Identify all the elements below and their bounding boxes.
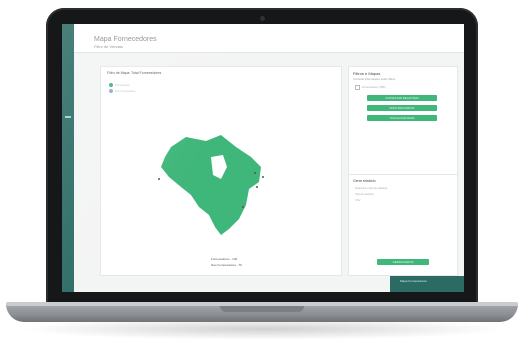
show-data-button[interactable]: MOSTRAR DADOS <box>367 105 437 111</box>
filter-checkbox[interactable]: Fornecedores (TBD) <box>355 85 386 90</box>
report-format-select[interactable]: CSV <box>355 199 360 202</box>
legend-dot-icon <box>109 89 113 93</box>
generate-report-button[interactable]: GERAR DADOS <box>377 259 429 265</box>
legend-item-sem-fornecedores: Sem Fornecedores <box>109 89 135 93</box>
checkbox-label: Fornecedores (TBD) <box>362 86 386 89</box>
stat-fornecedores: Fornecedores - 146 <box>211 257 238 261</box>
app-screen: Mapa Fornecedores Filtro de Vendas Filtr… <box>62 24 464 292</box>
legend-label: Sem Fornecedores <box>115 89 136 93</box>
map-marker-icon[interactable] <box>254 172 256 174</box>
filter-description: Consulte informações sobre filtros <box>353 77 396 81</box>
sidebar-menu-icon[interactable] <box>65 116 71 118</box>
stat-nao-fornecedores: Nao Fornecedores - 76 <box>211 263 242 267</box>
brazil-map[interactable] <box>151 127 281 237</box>
laptop-notch <box>220 306 304 312</box>
consult-report-button[interactable]: CONSULTAR RELATORIO <box>367 95 437 101</box>
report-line: Tipo de relatório: <box>355 193 375 196</box>
page-subtitle: Filtro de Vendas <box>94 44 123 49</box>
map-marker-icon[interactable] <box>158 178 160 180</box>
sidebar <box>62 24 74 292</box>
report-line: Selecione o tipo de relatório <box>355 187 388 190</box>
report-panel: Gerar relatório Selecione o tipo de rela… <box>348 174 458 276</box>
map-marker-icon[interactable] <box>262 176 264 178</box>
map-card: Filtro de Mapa: Total Fornecedores Forne… <box>100 66 342 276</box>
filter-title: Filtros e Mapas <box>353 71 381 76</box>
camera-icon <box>260 16 265 21</box>
report-title: Gerar relatório <box>353 179 376 183</box>
map-marker-icon[interactable] <box>256 186 258 188</box>
legend-label: Fornecedores <box>115 83 130 87</box>
map-region-fornecedores[interactable] <box>161 135 261 235</box>
view-map-button[interactable]: VISUALIZAR MAPA <box>367 115 437 121</box>
checkbox-icon[interactable] <box>355 85 360 90</box>
legend-dot-icon <box>109 83 113 87</box>
legend-item-fornecedores: Fornecedores <box>109 83 130 87</box>
page-header: Mapa Fornecedores Filtro de Vendas <box>74 24 464 53</box>
footer-bar[interactable]: Mapa Fornecedores <box>390 276 464 292</box>
footer-label: Mapa Fornecedores <box>400 279 427 283</box>
page-title: Mapa Fornecedores <box>94 36 157 43</box>
map-card-title: Filtro de Mapa: Total Fornecedores <box>107 71 162 75</box>
map-marker-icon[interactable] <box>242 206 244 208</box>
